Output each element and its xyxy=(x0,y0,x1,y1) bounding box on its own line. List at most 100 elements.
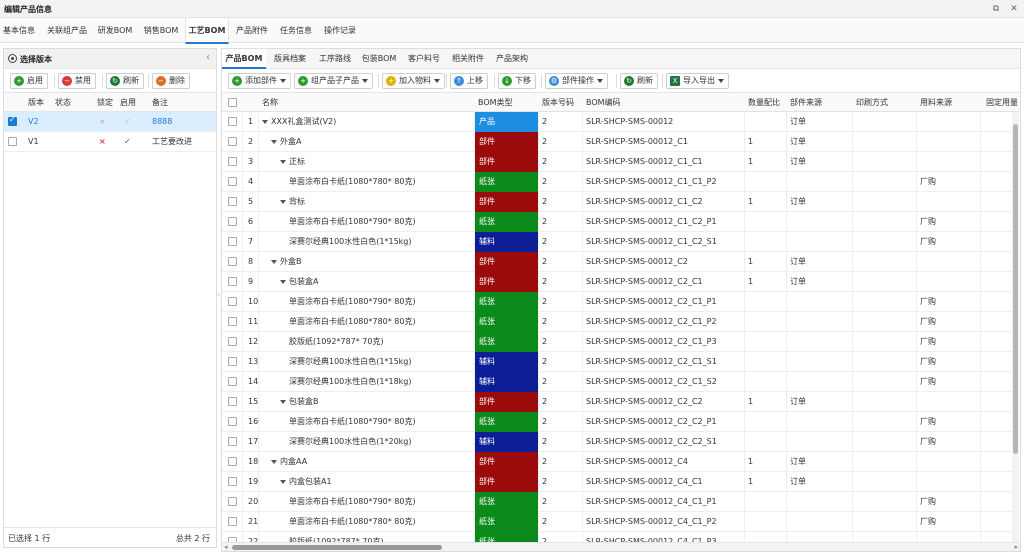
scroll-thumb[interactable] xyxy=(232,545,442,550)
row-checkbox[interactable] xyxy=(228,477,237,486)
expand-toggle-icon[interactable] xyxy=(280,199,286,204)
row-checkbox[interactable] xyxy=(228,177,237,186)
row-checkbox[interactable] xyxy=(228,217,237,226)
row-checkbox[interactable] xyxy=(228,137,237,146)
row-checkbox[interactable] xyxy=(228,357,237,366)
row-checkbox[interactable] xyxy=(8,137,17,146)
row-checkbox[interactable] xyxy=(228,237,237,246)
tab-product-attachments[interactable]: 产品附件 xyxy=(232,18,272,43)
row-checkbox[interactable] xyxy=(228,117,237,126)
refresh-bom-button[interactable]: ↻ 刷新 xyxy=(620,73,658,89)
row-checkbox[interactable] xyxy=(228,157,237,166)
subtab-product-bom[interactable]: 产品BOM xyxy=(222,49,266,69)
horizontal-scrollbar[interactable]: ◂ ▸ xyxy=(222,542,1020,551)
subtab-customer-part-no[interactable]: 客户料号 xyxy=(404,49,444,69)
row-checkbox[interactable] xyxy=(228,397,237,406)
bom-row[interactable]: 11 单面涂布白卡纸(1080*780* 80克) 纸张 2 SLR-SHCP-SMS-… xyxy=(222,312,1012,332)
bom-row[interactable]: 19 内盒包装A1 部件 2 SLR-SHCP-SMS-00012_C4_C1 1 订单 xyxy=(222,472,1012,492)
bom-row[interactable]: 18 内盒AA 部件 2 SLR-SHCP-SMS-00012_C4 1 订单 xyxy=(222,452,1012,472)
expand-toggle-icon[interactable] xyxy=(280,279,286,284)
row-checkbox[interactable] xyxy=(228,317,237,326)
add-part-button[interactable]: + 添加部件 xyxy=(228,73,291,89)
tab-rd-bom[interactable]: 研发BOM xyxy=(94,18,136,43)
tab-sales-bom[interactable]: 销售BOM xyxy=(140,18,182,43)
row-checkbox[interactable] xyxy=(228,517,237,526)
scroll-left-icon[interactable]: ◂ xyxy=(224,543,228,552)
version-number: 2 xyxy=(542,297,548,306)
select-all-checkbox[interactable] xyxy=(228,98,237,107)
bom-row[interactable]: 16 单面涂布白卡纸(1080*790* 80克) 纸张 2 SLR-SHCP-SMS-… xyxy=(222,412,1012,432)
row-checkbox[interactable] xyxy=(228,417,237,426)
vertical-scrollbar[interactable] xyxy=(1012,112,1019,544)
panel-splitter[interactable]: ‹ xyxy=(217,290,220,299)
move-up-button[interactable]: ↑ 上移 xyxy=(450,73,488,89)
tab-process-bom[interactable]: 工艺BOM xyxy=(185,18,229,44)
row-checkbox[interactable] xyxy=(228,337,237,346)
bom-row[interactable]: 21 单面涂布白卡纸(1080*780* 80克) 纸张 2 SLR-SHCP-SMS-… xyxy=(222,512,1012,532)
tab-operation-log[interactable]: 操作记录 xyxy=(320,18,360,43)
row-checkbox[interactable] xyxy=(228,377,237,386)
part-operations-button[interactable]: ⚙ 部件操作 xyxy=(545,73,608,89)
row-checkbox[interactable] xyxy=(228,297,237,306)
disable-button[interactable]: − 禁用 xyxy=(58,73,96,89)
collapse-left-icon[interactable]: ‹ xyxy=(206,52,210,63)
bom-row[interactable]: 8 外盒B 部件 2 SLR-SHCP-SMS-00012_C2 1 订单 xyxy=(222,252,1012,272)
expand-toggle-icon[interactable] xyxy=(280,479,286,484)
version-row[interactable]: V2 × ✓ 8888 xyxy=(4,112,216,132)
bom-row[interactable]: 4 单面涂布白卡纸(1080*780* 80克) 纸张 2 SLR-SHCP-SMS-0… xyxy=(222,172,1012,192)
expand-toggle-icon[interactable] xyxy=(262,119,268,124)
delete-version-button[interactable]: − 删除 xyxy=(152,73,190,89)
bom-row[interactable]: 5 背标 部件 2 SLR-SHCP-SMS-00012_C1_C2 1 订单 xyxy=(222,192,1012,212)
bom-row[interactable]: 1 XXX礼盒测试(V2) 产品 2 SLR-SHCP-SMS-00012 订单 xyxy=(222,112,1012,132)
grid-line xyxy=(242,472,243,492)
expand-toggle-icon[interactable] xyxy=(280,399,286,404)
bom-row[interactable]: 22 胶版纸(1092*787* 70克) 纸张 2 SLR-SHCP-SMS-0001… xyxy=(222,532,1012,542)
bom-row[interactable]: 15 包装盒B 部件 2 SLR-SHCP-SMS-00012_C2_C2 1 订单 xyxy=(222,392,1012,412)
row-checkbox[interactable] xyxy=(228,437,237,446)
scroll-right-icon[interactable]: ▸ xyxy=(1014,543,1018,552)
tab-task-info[interactable]: 任务信息 xyxy=(276,18,316,43)
bom-row[interactable]: 2 外盒A 部件 2 SLR-SHCP-SMS-00012_C1 1 订单 xyxy=(222,132,1012,152)
scroll-thumb[interactable] xyxy=(1013,124,1018,454)
row-checkbox[interactable] xyxy=(228,257,237,266)
bom-name-cell: 单面涂布白卡纸(1080*780* 80克) xyxy=(289,312,416,332)
bom-row[interactable]: 10 单面涂布白卡纸(1080*790* 80克) 纸张 2 SLR-SHCP-SMS-… xyxy=(222,292,1012,312)
expand-toggle-icon[interactable] xyxy=(271,139,277,144)
expand-toggle-icon[interactable] xyxy=(280,159,286,164)
bom-row[interactable]: 12 胶版纸(1092*787* 70克) 纸张 2 SLR-SHCP-SMS-0001… xyxy=(222,332,1012,352)
subtab-packaging-bom[interactable]: 包装BOM xyxy=(359,49,399,69)
row-checkbox[interactable] xyxy=(8,115,17,126)
refresh-versions-button[interactable]: ↻ 刷新 xyxy=(106,73,144,89)
row-checkbox[interactable] xyxy=(228,197,237,206)
row-checkbox[interactable] xyxy=(228,497,237,506)
grid-line xyxy=(582,432,583,452)
bom-row[interactable]: 9 包装盒A 部件 2 SLR-SHCP-SMS-00012_C2_C1 1 订单 xyxy=(222,272,1012,292)
version-row[interactable]: V1 × ✓ 工艺要改进 xyxy=(4,132,216,152)
bom-row[interactable]: 17 深赛尔经典100水性白色(1*20kg) 辅料 2 SLR-SHCP-SMS-00… xyxy=(222,432,1012,452)
bom-row[interactable]: 14 深赛尔经典100水性白色(1*18kg) 辅料 2 SLR-SHCP-SMS-00… xyxy=(222,372,1012,392)
grid-line xyxy=(744,532,745,542)
bom-row[interactable]: 13 深赛尔经典100水性白色(1*15kg) 辅料 2 SLR-SHCP-SMS-00… xyxy=(222,352,1012,372)
row-checkbox[interactable] xyxy=(228,457,237,466)
group-subproduct-button[interactable]: + 组产品子产品 xyxy=(294,73,373,89)
bom-row[interactable]: 3 正标 部件 2 SLR-SHCP-SMS-00012_C1_C1 1 订单 xyxy=(222,152,1012,172)
bom-row[interactable]: 7 深赛尔经典100水性白色(1*15kg) 辅料 2 SLR-SHCP-SMS-000… xyxy=(222,232,1012,252)
expand-toggle-icon[interactable] xyxy=(271,259,277,264)
move-down-button[interactable]: ↓ 下移 xyxy=(498,73,536,89)
restore-icon[interactable]: ⧉ xyxy=(990,3,1002,15)
close-icon[interactable]: ✕ xyxy=(1008,3,1020,15)
import-export-button[interactable]: X 导入导出 xyxy=(666,73,729,89)
add-material-button[interactable]: + 加入物料 xyxy=(382,73,445,89)
subtab-process-route[interactable]: 工序路线 xyxy=(315,49,355,69)
enable-button[interactable]: + 启用 xyxy=(10,73,48,89)
bom-code: SLR-SHCP-SMS-00012_C1_C2_P1 xyxy=(586,217,717,226)
subtab-related-attachments[interactable]: 相关附件 xyxy=(448,49,488,69)
subtab-plate-archive[interactable]: 版具档案 xyxy=(270,49,310,69)
row-checkbox[interactable] xyxy=(228,277,237,286)
bom-row[interactable]: 6 单面涂布白卡纸(1080*790* 80克) 纸张 2 SLR-SHCP-SMS-0… xyxy=(222,212,1012,232)
tab-basic-info[interactable]: 基本信息 xyxy=(0,18,38,43)
tab-related-products[interactable]: 关联组产品 xyxy=(42,18,92,43)
subtab-product-architecture[interactable]: 产品架构 xyxy=(492,49,532,69)
expand-toggle-icon[interactable] xyxy=(271,459,277,464)
bom-row[interactable]: 20 单面涂布白卡纸(1080*790* 80克) 纸张 2 SLR-SHCP-SMS-… xyxy=(222,492,1012,512)
